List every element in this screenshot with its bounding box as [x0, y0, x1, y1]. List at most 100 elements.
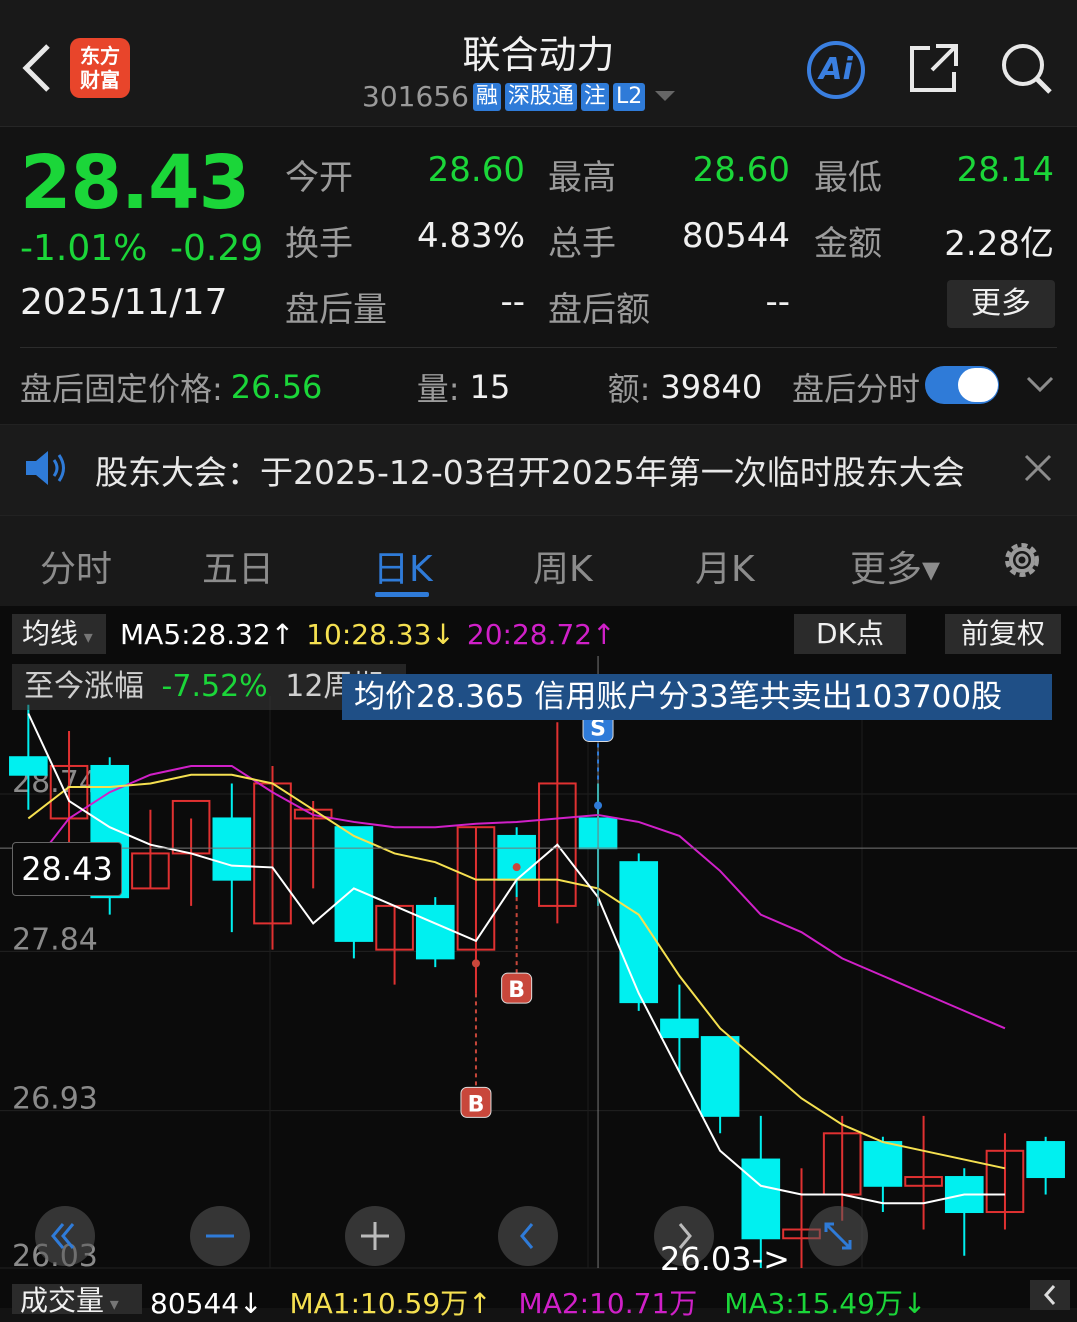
double-chevron-left-icon: [51, 1223, 75, 1249]
candle-down: [700, 1036, 740, 1117]
value-low: 28.14: [956, 150, 1054, 190]
notice-text[interactable]: 股东大会：于2025-12-03召开2025年第一次临时股东大会: [95, 446, 965, 494]
fullscreen-button[interactable]: [808, 1206, 868, 1266]
change-percent: -1.01%: [20, 228, 148, 269]
credit-tooltip: 均价28.365 信用账户分33笔共卖出103700股: [342, 674, 1052, 720]
plus-icon: [361, 1222, 389, 1250]
y-tick-label: 26.93: [12, 1082, 98, 1117]
quote-date: 2025/11/17: [20, 282, 228, 323]
active-tab-indicator: [375, 592, 429, 597]
candle-down: [1026, 1141, 1065, 1179]
perf-value: -7.52%: [161, 669, 268, 704]
ai-assistant-button[interactable]: Ai: [806, 40, 866, 100]
volume-ma3: MA3:15.49万↓: [724, 1287, 927, 1320]
value-after-volume: --: [500, 282, 525, 322]
zoom-out-button[interactable]: [190, 1206, 250, 1266]
after-volume-label: 量:: [416, 370, 460, 408]
gear-icon[interactable]: [998, 536, 1046, 584]
tab-daily-k[interactable]: 日K: [373, 540, 433, 592]
candle-down: [660, 1018, 699, 1039]
tab-monthly-k[interactable]: 月K: [695, 540, 755, 592]
marker-dot: [594, 801, 603, 810]
after-hours-chart-label: 盘后分时: [792, 370, 921, 408]
tab-five-day[interactable]: 五日: [202, 540, 274, 592]
value-high: 28.60: [692, 150, 790, 190]
ma20-value: 20:28.72↑: [466, 617, 616, 651]
scroll-left-button[interactable]: [498, 1206, 558, 1266]
expand-icon: [824, 1222, 852, 1250]
after-volume-value: 15: [469, 368, 511, 406]
volume-ma2: MA2:10.71万: [518, 1287, 698, 1320]
tag-registration: 注: [580, 82, 609, 111]
search-icon[interactable]: [998, 40, 1054, 96]
after-amount-value: 39840: [660, 368, 763, 406]
volume-ma1: MA1:10.59万↑: [289, 1287, 492, 1320]
dk-point-button[interactable]: DK点: [794, 614, 906, 654]
change-amount: -0.29: [170, 228, 264, 269]
label-turnover: 换手: [285, 224, 353, 264]
label-volume: 总手: [548, 224, 616, 264]
volume-values: 80544↓ MA1:10.59万↑ MA2:10.71万 MA3:15.49万…: [150, 1282, 926, 1322]
zoom-in-button[interactable]: [345, 1206, 405, 1266]
tab-intraday[interactable]: 分时: [40, 540, 112, 592]
tag-connect: 深股通: [504, 82, 577, 111]
stock-code-line[interactable]: 301656 融 深股通 注 L2: [362, 80, 677, 113]
scroll-left-fast-button[interactable]: [35, 1206, 95, 1266]
price-adjust-button[interactable]: 前复权: [945, 614, 1061, 654]
marker-dot: [512, 863, 521, 872]
marker-label: S: [590, 716, 606, 741]
tab-more[interactable]: 更多▾: [850, 540, 940, 592]
volume-expand-button[interactable]: [1030, 1280, 1070, 1310]
current-price-box: 28.43: [12, 842, 122, 896]
volume-selector-label: 成交量: [20, 1284, 105, 1317]
ma5-value: MA5:28.32↑: [120, 617, 295, 651]
min-price-label: 26.03->: [660, 1240, 790, 1278]
fixed-price-label: 盘后固定价格:: [20, 370, 223, 408]
label-low: 最低: [814, 158, 882, 198]
chevron-left-icon: [520, 1223, 534, 1249]
chevron-left-icon: [1043, 1285, 1056, 1305]
value-turnover: 4.83%: [416, 216, 525, 256]
tag-margin: 融: [472, 82, 501, 111]
tag-level2: L2: [612, 82, 646, 111]
label-after-amount: 盘后额: [548, 290, 650, 330]
value-after-amount: --: [765, 282, 790, 322]
ma-selector[interactable]: 均线 ▾: [12, 614, 106, 654]
value-open: 28.60: [427, 150, 525, 190]
ai-label: Ai: [819, 52, 853, 87]
close-icon[interactable]: [1022, 452, 1054, 484]
marker-label: B: [508, 978, 525, 1003]
value-volume: 80544: [681, 216, 790, 256]
last-price: 28.43: [20, 140, 250, 226]
chevron-down-icon[interactable]: [1026, 372, 1054, 396]
candle-down: [334, 826, 374, 942]
candle-down: [741, 1158, 781, 1240]
volume-selector[interactable]: 成交量 ▾: [12, 1284, 142, 1317]
marker-label: B: [468, 1092, 485, 1117]
value-amount: 2.28亿: [944, 224, 1054, 264]
kline-svg[interactable]: 28.7427.8426.9326.03BBS: [0, 656, 1077, 1282]
more-quote-button[interactable]: 更多: [947, 280, 1055, 328]
label-amount: 金额: [814, 224, 882, 264]
ma5-line: [27, 713, 1005, 1205]
minus-icon: [206, 1234, 234, 1238]
tab-weekly-k[interactable]: 周K: [533, 540, 593, 592]
toggle-knob: [958, 368, 998, 402]
divider: [20, 347, 1057, 348]
ma-selector-label: 均线: [22, 617, 79, 650]
after-hours-row: 盘后固定价格: 26.56 量: 15 额: 39840: [20, 362, 762, 412]
marker-dot: [471, 959, 480, 968]
fixed-price-value: 26.56: [230, 368, 323, 406]
share-icon[interactable]: [906, 40, 962, 96]
ma10-value: 10:28.33↓: [306, 617, 455, 651]
label-after-volume: 盘后量: [285, 290, 387, 330]
label-open: 今开: [285, 158, 353, 198]
candle-down: [9, 756, 48, 776]
candle-down: [212, 817, 252, 881]
candle-down: [497, 834, 536, 881]
candle-down: [415, 904, 455, 960]
dropdown-triangle-icon: [655, 90, 676, 101]
speaker-icon: [26, 451, 65, 485]
after-amount-label: 额:: [607, 370, 651, 408]
perf-label: 至今涨幅: [24, 669, 144, 704]
